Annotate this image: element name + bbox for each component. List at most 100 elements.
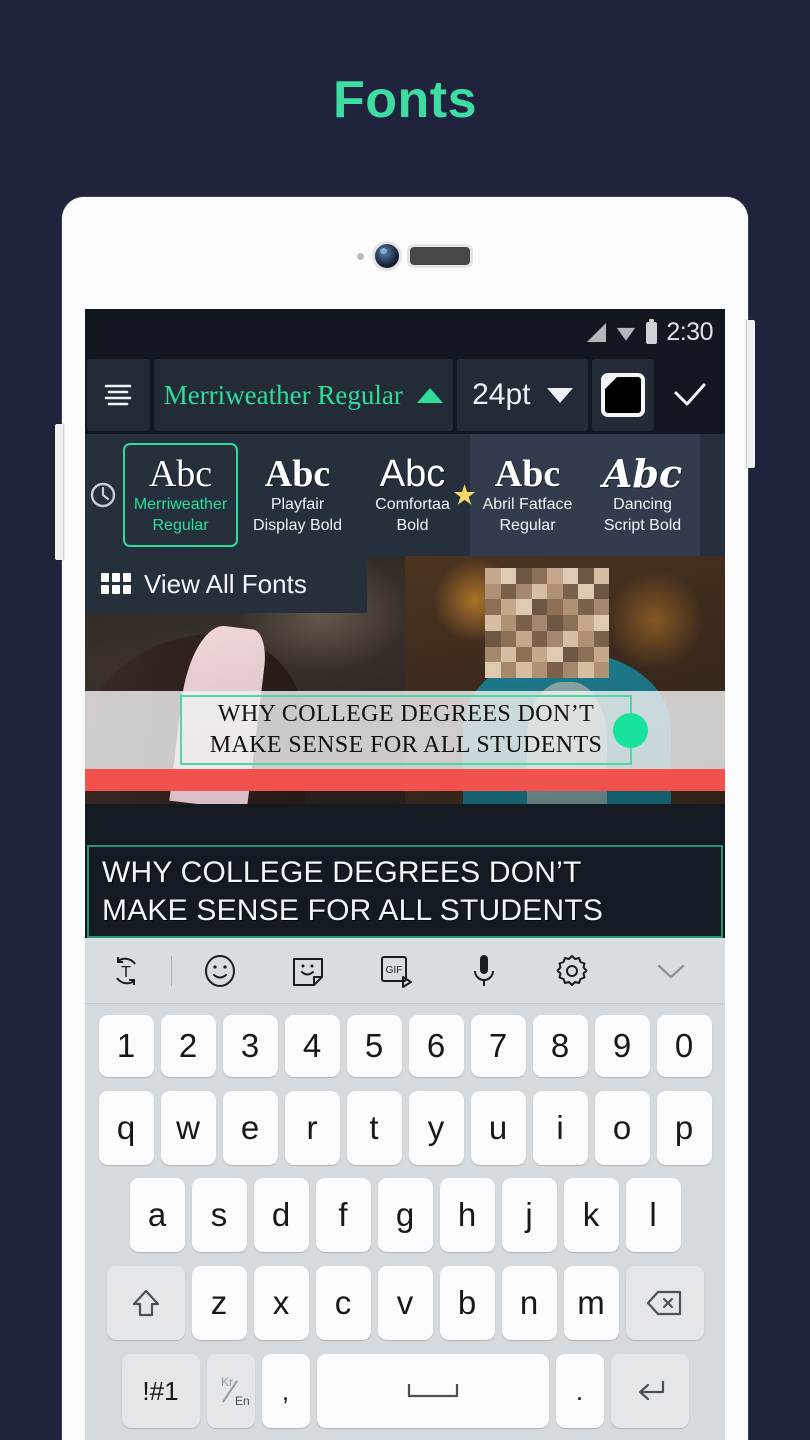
- lang-top: Kr: [221, 1375, 233, 1389]
- key-7[interactable]: 7: [470, 1014, 526, 1077]
- key-j[interactable]: j: [501, 1178, 557, 1253]
- comma-key[interactable]: ,: [261, 1354, 310, 1429]
- pixel-cell: [500, 568, 516, 584]
- key-0[interactable]: 0: [656, 1014, 712, 1077]
- backspace-key[interactable]: [625, 1266, 704, 1341]
- pixel-cell: [547, 599, 563, 616]
- key-x[interactable]: x: [253, 1266, 309, 1341]
- key-k[interactable]: k: [563, 1178, 619, 1253]
- microphone-icon: [474, 954, 494, 986]
- pixel-cell: [578, 646, 594, 663]
- key-c[interactable]: c: [315, 1266, 371, 1341]
- pixel-cell: [562, 599, 578, 616]
- collapse-keyboard-button[interactable]: [616, 960, 725, 982]
- font-size-selector[interactable]: 24pt: [456, 359, 588, 431]
- key-g[interactable]: g: [377, 1178, 433, 1253]
- key-1[interactable]: 1: [98, 1014, 154, 1077]
- status-bar: 2:30: [85, 309, 725, 356]
- pixel-cell: [593, 568, 609, 584]
- font-sample: Abc: [379, 453, 446, 495]
- pixel-cell: [593, 662, 609, 678]
- font-label-line1: Comfortaa: [375, 496, 450, 513]
- key-y[interactable]: y: [408, 1090, 464, 1165]
- key-p[interactable]: p: [656, 1090, 712, 1165]
- font-picker-strip[interactable]: Abc Merriweather Regular Abc Playfair Di…: [85, 434, 725, 556]
- pixel-cell: [593, 615, 609, 631]
- key-m[interactable]: m: [563, 1266, 619, 1341]
- emoji-button[interactable]: [176, 952, 264, 990]
- power-button[interactable]: [746, 320, 755, 468]
- view-all-fonts-button[interactable]: View All Fonts: [85, 556, 367, 613]
- shift-key[interactable]: [106, 1266, 185, 1341]
- key-r[interactable]: r: [284, 1090, 340, 1165]
- period-key[interactable]: .: [555, 1354, 604, 1429]
- key-6[interactable]: 6: [408, 1014, 464, 1077]
- key-z[interactable]: z: [191, 1266, 247, 1341]
- font-option-playfair[interactable]: Abc Playfair Display Bold: [240, 434, 355, 556]
- microphone-button[interactable]: [440, 952, 528, 990]
- gif-button[interactable]: GIF: [352, 953, 440, 989]
- keyboard-row-function: !#1 Kr En , .: [90, 1354, 720, 1429]
- key-b[interactable]: b: [439, 1266, 495, 1341]
- key-a[interactable]: a: [129, 1178, 185, 1253]
- text-resize-handle[interactable]: [613, 713, 648, 748]
- font-label-line1: Abril Fatface: [482, 496, 573, 513]
- text-color-button[interactable]: [591, 359, 654, 431]
- font-size-label: 24pt: [472, 378, 531, 411]
- wifi-icon: [617, 327, 636, 341]
- key-3[interactable]: 3: [222, 1014, 278, 1077]
- key-f[interactable]: f: [315, 1178, 371, 1253]
- sticker-button[interactable]: [264, 953, 352, 989]
- pixel-cell: [531, 599, 547, 616]
- key-5[interactable]: 5: [346, 1014, 402, 1077]
- space-icon: [407, 1384, 458, 1398]
- key-d[interactable]: d: [253, 1178, 309, 1253]
- key-9[interactable]: 9: [594, 1014, 650, 1077]
- key-4[interactable]: 4: [284, 1014, 340, 1077]
- caption-spacer: [85, 804, 725, 845]
- key-v[interactable]: v: [377, 1266, 433, 1341]
- pixel-cell: [547, 646, 563, 663]
- key-e[interactable]: e: [222, 1090, 278, 1165]
- text-align-icon: [105, 384, 132, 406]
- clock-icon: [90, 482, 116, 508]
- keyboard-row-home: a s d f g h j k l: [90, 1178, 720, 1253]
- caption-line1: WHY COLLEGE DEGREES DON’T: [102, 855, 582, 889]
- text-rotate-button[interactable]: T: [85, 952, 167, 990]
- font-name-label: Merriweather Regular: [163, 379, 403, 410]
- key-2[interactable]: 2: [160, 1014, 216, 1077]
- key-s[interactable]: s: [191, 1178, 247, 1253]
- text-align-button[interactable]: [87, 359, 150, 431]
- pixel-cell: [578, 615, 594, 631]
- settings-button[interactable]: [528, 952, 616, 990]
- language-key[interactable]: Kr En: [206, 1354, 255, 1429]
- confirm-button[interactable]: [658, 359, 723, 431]
- key-u[interactable]: u: [470, 1090, 526, 1165]
- key-i[interactable]: i: [532, 1090, 588, 1165]
- pixel-cell: [531, 646, 547, 663]
- key-o[interactable]: o: [594, 1090, 650, 1165]
- key-t[interactable]: t: [346, 1090, 402, 1165]
- space-key[interactable]: [316, 1354, 549, 1429]
- key-h[interactable]: h: [439, 1178, 495, 1253]
- enter-key[interactable]: [610, 1354, 689, 1429]
- key-n[interactable]: n: [501, 1266, 557, 1341]
- caption-input[interactable]: WHY COLLEGE DEGREES DON’T MAKE SENSE FOR…: [87, 845, 723, 938]
- recent-fonts-button[interactable]: [85, 434, 121, 556]
- favorite-star-icon: ★: [452, 479, 478, 511]
- font-option-abril-fatface[interactable]: ★ Abc Abril Fatface Regular: [452, 434, 585, 556]
- key-8[interactable]: 8: [532, 1014, 588, 1077]
- pixel-cell: [562, 662, 578, 678]
- symbols-key[interactable]: !#1: [121, 1354, 200, 1429]
- font-option-dancing-script[interactable]: Abc Dancing Script Bold: [585, 434, 700, 556]
- image-canvas[interactable]: View All Fonts WHY COLLEGE DEGREES DON’T…: [85, 556, 725, 804]
- volume-button[interactable]: [55, 424, 64, 560]
- key-l[interactable]: l: [625, 1178, 681, 1253]
- font-name-selector[interactable]: Merriweather Regular: [153, 359, 453, 431]
- key-q[interactable]: q: [98, 1090, 154, 1165]
- key-w[interactable]: w: [160, 1090, 216, 1165]
- sticker-icon: [293, 957, 323, 986]
- font-option-merriweather[interactable]: Abc Merriweather Regular: [123, 443, 238, 547]
- screenshot-root: Fonts 2:30 Merriweather Regular 24pt Abc…: [0, 0, 810, 1440]
- pixel-cell: [516, 646, 532, 663]
